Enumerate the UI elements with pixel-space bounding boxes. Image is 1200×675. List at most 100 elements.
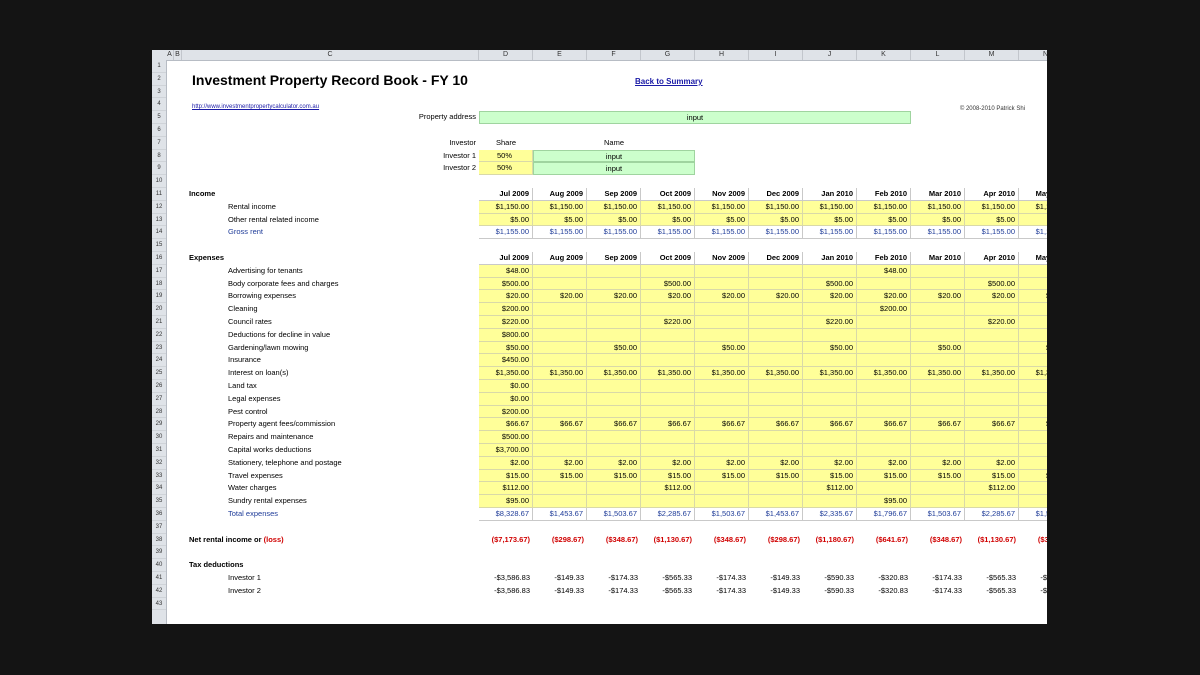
expense-cell[interactable] bbox=[857, 316, 911, 329]
expense-cell[interactable]: $50.00 bbox=[1019, 341, 1047, 355]
expense-cell[interactable] bbox=[965, 264, 1019, 278]
expense-cell[interactable] bbox=[641, 380, 695, 393]
expense-cell[interactable] bbox=[587, 495, 641, 508]
expense-cell[interactable] bbox=[749, 380, 803, 393]
row-header-3[interactable]: 3 bbox=[152, 86, 166, 99]
expense-cell[interactable]: $1,350.00 bbox=[479, 367, 533, 380]
expense-cell[interactable] bbox=[911, 482, 965, 496]
expense-cell[interactable] bbox=[695, 316, 749, 329]
investor-share-input[interactable]: 50% bbox=[479, 149, 533, 163]
expense-cell[interactable]: $450.00 bbox=[479, 354, 533, 368]
expense-cell[interactable] bbox=[911, 354, 965, 368]
expense-cell[interactable]: $50.00 bbox=[803, 341, 857, 355]
expense-cell[interactable] bbox=[1019, 303, 1047, 316]
column-header-m[interactable]: M bbox=[965, 50, 1019, 60]
expense-cell[interactable] bbox=[857, 444, 911, 457]
expense-cell[interactable]: $200.00 bbox=[479, 405, 533, 419]
expense-cell[interactable]: $66.67 bbox=[749, 418, 803, 432]
expense-cell[interactable] bbox=[857, 277, 911, 291]
income-cell[interactable]: $1,150.00 bbox=[749, 200, 803, 214]
expense-cell[interactable] bbox=[857, 392, 911, 406]
expense-cell[interactable]: $0.00 bbox=[479, 392, 533, 406]
expense-cell[interactable] bbox=[803, 405, 857, 419]
expense-cell[interactable] bbox=[965, 444, 1019, 457]
column-header-d[interactable]: D bbox=[479, 50, 533, 60]
expense-cell[interactable]: $2.00 bbox=[695, 456, 749, 470]
income-cell[interactable]: $5.00 bbox=[641, 213, 695, 227]
expense-cell[interactable]: $50.00 bbox=[911, 341, 965, 355]
expense-cell[interactable] bbox=[641, 495, 695, 508]
expense-cell[interactable]: $15.00 bbox=[857, 469, 911, 483]
expense-cell[interactable]: $2.00 bbox=[533, 456, 587, 470]
row-header-21[interactable]: 21 bbox=[152, 316, 166, 329]
row-header-13[interactable]: 13 bbox=[152, 214, 166, 227]
row-header-24[interactable]: 24 bbox=[152, 354, 166, 368]
row-header-8[interactable]: 8 bbox=[152, 150, 166, 163]
expense-cell[interactable] bbox=[695, 495, 749, 508]
column-header-k[interactable]: K bbox=[857, 50, 911, 60]
expense-cell[interactable] bbox=[857, 354, 911, 368]
expense-cell[interactable] bbox=[587, 405, 641, 419]
row-header-37[interactable]: 37 bbox=[152, 521, 166, 534]
expense-cell[interactable] bbox=[587, 264, 641, 278]
column-header-i[interactable]: I bbox=[749, 50, 803, 60]
row-header-12[interactable]: 12 bbox=[152, 201, 166, 214]
expense-cell[interactable]: $2.00 bbox=[911, 456, 965, 470]
expense-cell[interactable] bbox=[803, 495, 857, 508]
expense-cell[interactable] bbox=[749, 392, 803, 406]
expense-cell[interactable] bbox=[965, 431, 1019, 444]
income-cell[interactable]: $1,150.00 bbox=[803, 200, 857, 214]
expense-cell[interactable] bbox=[695, 444, 749, 457]
expense-cell[interactable] bbox=[533, 405, 587, 419]
expense-cell[interactable]: $220.00 bbox=[803, 316, 857, 329]
expense-cell[interactable] bbox=[587, 328, 641, 342]
income-cell[interactable]: $5.00 bbox=[803, 213, 857, 227]
expense-cell[interactable]: $20.00 bbox=[965, 290, 1019, 304]
expense-cell[interactable]: $112.00 bbox=[641, 482, 695, 496]
column-header-e[interactable]: E bbox=[533, 50, 587, 60]
expense-cell[interactable]: $2.00 bbox=[965, 456, 1019, 470]
expense-cell[interactable] bbox=[641, 354, 695, 368]
expense-cell[interactable] bbox=[749, 264, 803, 278]
column-header-f[interactable]: F bbox=[587, 50, 641, 60]
expense-cell[interactable] bbox=[965, 405, 1019, 419]
expense-cell[interactable]: $48.00 bbox=[479, 264, 533, 278]
expense-cell[interactable]: $50.00 bbox=[479, 341, 533, 355]
expense-cell[interactable] bbox=[965, 354, 1019, 368]
expense-cell[interactable] bbox=[1019, 277, 1047, 291]
income-cell[interactable]: $1,150.00 bbox=[587, 200, 641, 214]
row-header-30[interactable]: 30 bbox=[152, 431, 166, 444]
income-cell[interactable]: $5.00 bbox=[965, 213, 1019, 227]
expense-cell[interactable]: $1,350.00 bbox=[749, 367, 803, 380]
row-header-41[interactable]: 41 bbox=[152, 572, 166, 585]
expense-cell[interactable] bbox=[533, 354, 587, 368]
expense-cell[interactable] bbox=[695, 392, 749, 406]
row-header-10[interactable]: 10 bbox=[152, 175, 166, 188]
expense-cell[interactable] bbox=[965, 341, 1019, 355]
expense-cell[interactable] bbox=[911, 303, 965, 316]
expense-cell[interactable]: $66.67 bbox=[641, 418, 695, 432]
expense-cell[interactable] bbox=[587, 431, 641, 444]
expense-cell[interactable]: $1,350.00 bbox=[857, 367, 911, 380]
expense-cell[interactable] bbox=[965, 380, 1019, 393]
expense-cell[interactable]: $220.00 bbox=[965, 316, 1019, 329]
expense-cell[interactable] bbox=[749, 303, 803, 316]
income-cell[interactable]: $1,150.00 bbox=[641, 200, 695, 214]
expense-cell[interactable]: $1,350.00 bbox=[965, 367, 1019, 380]
expense-cell[interactable] bbox=[533, 444, 587, 457]
expense-cell[interactable] bbox=[695, 431, 749, 444]
expense-cell[interactable] bbox=[749, 354, 803, 368]
expense-cell[interactable] bbox=[1019, 495, 1047, 508]
row-header-6[interactable]: 6 bbox=[152, 124, 166, 137]
expense-cell[interactable]: $220.00 bbox=[641, 316, 695, 329]
expense-cell[interactable] bbox=[965, 303, 1019, 316]
expense-cell[interactable]: $2.00 bbox=[479, 456, 533, 470]
column-header-n[interactable]: N bbox=[1019, 50, 1047, 60]
row-header-1[interactable]: 1 bbox=[152, 60, 166, 73]
expense-cell[interactable]: $15.00 bbox=[965, 469, 1019, 483]
expense-cell[interactable] bbox=[695, 303, 749, 316]
column-header-a[interactable]: A bbox=[166, 50, 174, 60]
expense-cell[interactable] bbox=[1019, 431, 1047, 444]
income-cell[interactable]: $1,150.00 bbox=[1019, 200, 1047, 214]
expense-cell[interactable]: $500.00 bbox=[803, 277, 857, 291]
